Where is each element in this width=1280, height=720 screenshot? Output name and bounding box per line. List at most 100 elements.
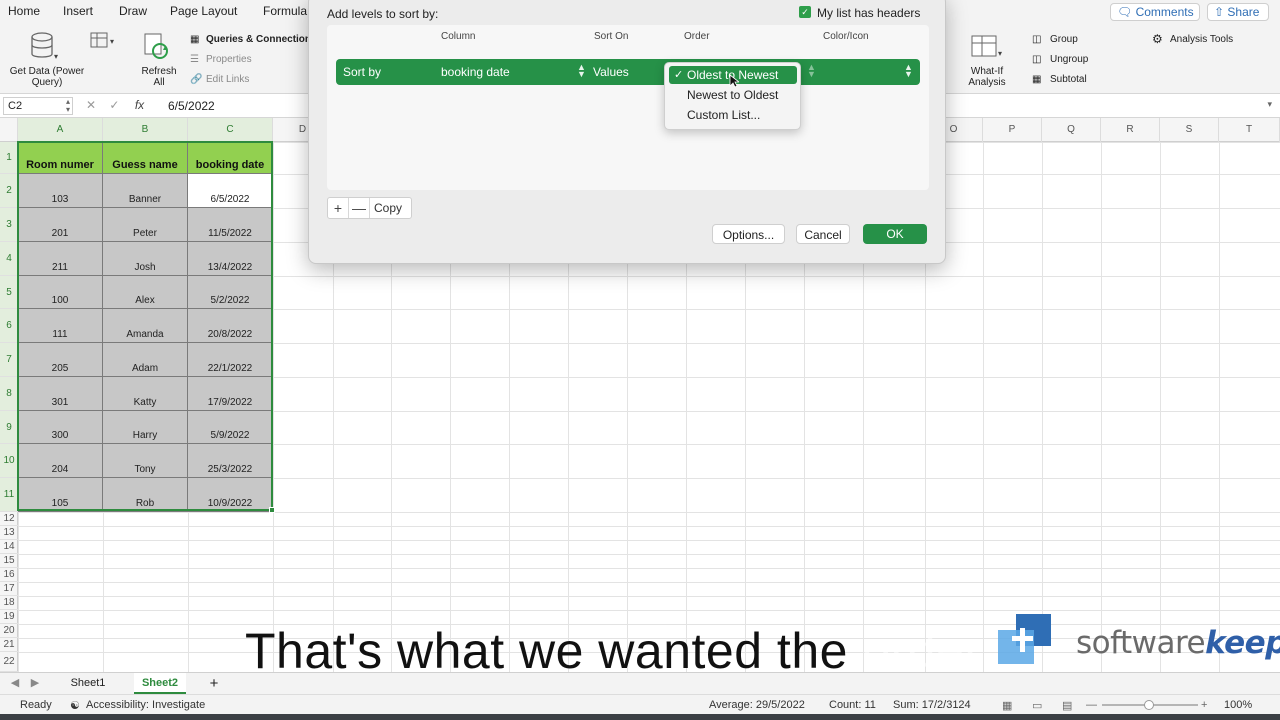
table-cell[interactable]: Amanda xyxy=(103,309,188,343)
cancel-x-icon[interactable]: ✕ xyxy=(86,98,96,112)
column-header-q[interactable]: Q xyxy=(1042,118,1101,142)
cancel-button[interactable]: Cancel xyxy=(796,224,850,244)
select-all-corner[interactable] xyxy=(0,118,18,142)
table-cell[interactable]: Harry xyxy=(103,411,188,444)
row-header[interactable]: 22 xyxy=(0,652,18,672)
what-if-analysis-button[interactable]: What-If Analysis xyxy=(960,66,1014,88)
table-cell[interactable]: 22/1/2022 xyxy=(188,343,273,377)
analysis-tools-button[interactable]: Analysis Tools xyxy=(1170,34,1233,45)
sheet-tab-sheet2[interactable]: Sheet2 xyxy=(134,673,186,694)
queries-connections-button[interactable]: Queries & Connection xyxy=(206,34,311,45)
row-header[interactable]: 12 xyxy=(0,512,18,526)
row-header[interactable]: 5 xyxy=(0,276,18,309)
table-cell[interactable]: 205 xyxy=(18,343,103,377)
zoom-slider-thumb[interactable] xyxy=(1144,700,1154,710)
table-cell[interactable]: 204 xyxy=(18,444,103,478)
table-cell[interactable]: 20/8/2022 xyxy=(188,309,273,343)
add-sheet-icon[interactable]: + xyxy=(204,673,224,694)
ok-button[interactable]: OK xyxy=(863,224,927,244)
row-header[interactable]: 20 xyxy=(0,624,18,638)
row-header[interactable]: 13 xyxy=(0,526,18,540)
row-header[interactable]: 7 xyxy=(0,343,18,377)
table-cell[interactable]: 17/9/2022 xyxy=(188,377,273,411)
row-header[interactable]: 11 xyxy=(0,478,18,512)
color-icon-select-arrows-icon[interactable]: ▲ ▼ xyxy=(904,63,913,79)
column-select[interactable]: booking date xyxy=(441,65,510,79)
column-header-p[interactable]: P xyxy=(983,118,1042,142)
table-cell[interactable]: 6/5/2022 xyxy=(188,174,273,208)
table-cell[interactable]: 103 xyxy=(18,174,103,208)
page-layout-view-icon[interactable]: ▭ xyxy=(1032,699,1042,712)
zoom-level[interactable]: 100% xyxy=(1224,699,1252,711)
sort-on-select[interactable]: Values xyxy=(593,65,629,79)
row-header[interactable]: 3 xyxy=(0,208,18,242)
row-header[interactable]: 14 xyxy=(0,540,18,554)
row-header[interactable]: 21 xyxy=(0,638,18,652)
table-cell[interactable]: 301 xyxy=(18,377,103,411)
table-cell[interactable]: Katty xyxy=(103,377,188,411)
sort-level-row[interactable]: Sort by booking date ▲ ▼ Values ▲ ▼ ▲ ▼ xyxy=(336,59,920,85)
tab-formulas[interactable]: Formula xyxy=(263,4,307,18)
table-cell[interactable]: Alex xyxy=(103,276,188,309)
row-header[interactable]: 4 xyxy=(0,242,18,276)
order-option-custom-list[interactable]: Custom List... xyxy=(669,106,797,124)
row-header[interactable]: 6 xyxy=(0,309,18,343)
properties-button[interactable]: Properties xyxy=(206,54,252,65)
next-sheet-icon[interactable]: ▶ xyxy=(28,673,42,694)
add-level-button[interactable]: + xyxy=(328,198,349,218)
table-cell[interactable]: 5/9/2022 xyxy=(188,411,273,444)
page-break-view-icon[interactable]: ▤ xyxy=(1062,699,1072,712)
formula-expand-icon[interactable]: ▾ xyxy=(1267,99,1272,110)
table-cell[interactable]: 25/3/2022 xyxy=(188,444,273,478)
zoom-slider[interactable] xyxy=(1102,700,1198,710)
table-cell[interactable]: 300 xyxy=(18,411,103,444)
row-header[interactable]: 19 xyxy=(0,610,18,624)
formula-input[interactable]: 6/5/2022 xyxy=(168,99,215,113)
accessibility-status[interactable]: Accessibility: Investigate xyxy=(86,699,205,711)
comments-button[interactable]: 🗨 Comments xyxy=(1110,3,1200,21)
options-button[interactable]: Options... xyxy=(712,224,785,244)
prev-sheet-icon[interactable]: ◀ xyxy=(8,673,22,694)
table-cell[interactable]: 100 xyxy=(18,276,103,309)
table-cell[interactable]: 13/4/2022 xyxy=(188,242,273,276)
table-header-cell[interactable]: booking date xyxy=(188,142,273,174)
table-cell[interactable]: Banner xyxy=(103,174,188,208)
zoom-out-icon[interactable]: — xyxy=(1086,699,1097,711)
edit-links-button[interactable]: Edit Links xyxy=(206,74,249,85)
table-cell[interactable]: 211 xyxy=(18,242,103,276)
table-cell[interactable]: Rob xyxy=(103,478,188,512)
table-cell[interactable]: 201 xyxy=(18,208,103,242)
row-header[interactable]: 1 xyxy=(0,142,18,174)
copy-level-button[interactable]: Copy xyxy=(374,201,402,215)
table-cell[interactable]: Josh xyxy=(103,242,188,276)
group-button[interactable]: Group xyxy=(1050,34,1078,45)
row-header[interactable]: 17 xyxy=(0,582,18,596)
get-data-button[interactable]: Get Data (Power Query) xyxy=(4,66,90,88)
zoom-in-icon[interactable]: + xyxy=(1201,699,1207,711)
row-header[interactable]: 8 xyxy=(0,377,18,411)
row-header[interactable]: 18 xyxy=(0,596,18,610)
column-header-c[interactable]: C xyxy=(188,118,273,142)
table-header-cell[interactable]: Guess name xyxy=(103,142,188,174)
row-header[interactable]: 10 xyxy=(0,444,18,478)
column-header-a[interactable]: A xyxy=(18,118,103,142)
column-header-t[interactable]: T xyxy=(1219,118,1280,142)
normal-view-icon[interactable]: ▦ xyxy=(1002,699,1012,712)
tab-page-layout[interactable]: Page Layout xyxy=(170,4,237,18)
table-header-cell[interactable]: Room numer xyxy=(18,142,103,174)
headers-checkbox[interactable]: ✓ xyxy=(799,6,811,18)
column-header-r[interactable]: R xyxy=(1101,118,1160,142)
table-cell[interactable]: Peter xyxy=(103,208,188,242)
table-cell[interactable]: Tony xyxy=(103,444,188,478)
confirm-check-icon[interactable]: ✓ xyxy=(109,98,119,112)
table-cell[interactable]: 11/5/2022 xyxy=(188,208,273,242)
row-header[interactable]: 9 xyxy=(0,411,18,444)
subtotal-button[interactable]: Subtotal xyxy=(1050,74,1087,85)
tab-home[interactable]: Home xyxy=(8,4,40,18)
order-option-newest-to-oldest[interactable]: Newest to Oldest xyxy=(669,86,797,104)
table-cell[interactable]: 5/2/2022 xyxy=(188,276,273,309)
tab-insert[interactable]: Insert xyxy=(63,4,93,18)
table-cell[interactable]: Adam xyxy=(103,343,188,377)
refresh-all-button[interactable]: Refresh All xyxy=(136,66,182,88)
ungroup-button[interactable]: Ungroup xyxy=(1050,54,1088,65)
